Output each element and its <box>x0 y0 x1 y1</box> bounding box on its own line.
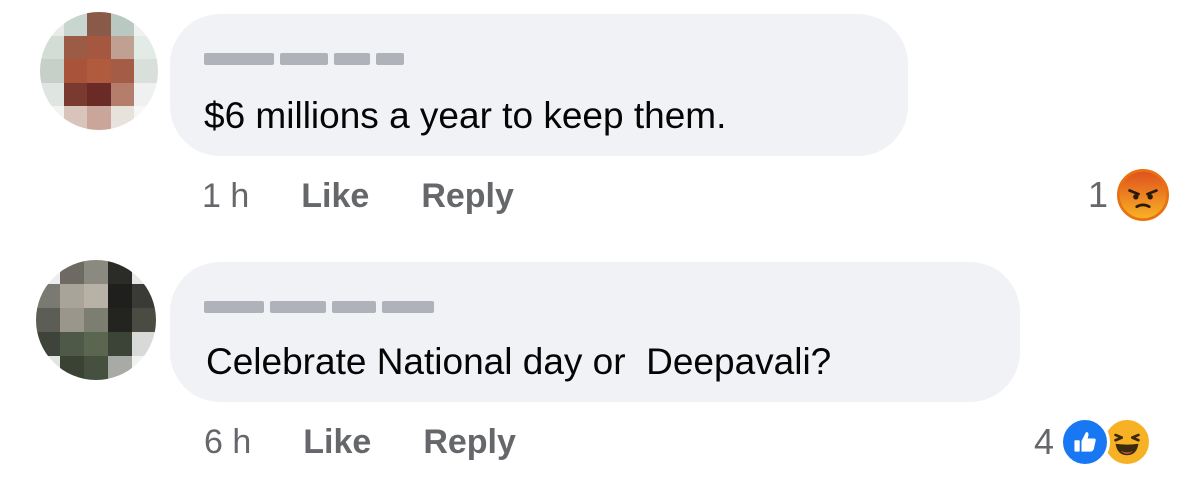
reaction-count: 1 <box>1088 174 1109 215</box>
comment-actions: 1 h Like Reply <box>202 174 566 218</box>
reaction-summary[interactable]: 1 <box>1088 166 1173 224</box>
comment-actions: 6 h Like Reply <box>204 420 568 464</box>
comment-timestamp[interactable]: 6 h <box>204 423 251 462</box>
commenter-name-redacted[interactable] <box>204 298 434 316</box>
avatar[interactable] <box>40 12 158 130</box>
like-button[interactable]: Like <box>303 423 371 462</box>
reaction-count: 4 <box>1034 421 1055 462</box>
like-reaction-icon <box>1060 417 1111 467</box>
comment-2: Celebrate National day or Deepavali? 6 h… <box>0 240 1200 477</box>
comment-timestamp[interactable]: 1 h <box>202 177 249 216</box>
comment-1: $6 millions a year to keep them. 1 h Lik… <box>0 0 1200 240</box>
angry-reaction-icon <box>1114 166 1173 224</box>
reply-button[interactable]: Reply <box>421 177 514 216</box>
like-button[interactable]: Like <box>301 177 369 216</box>
commenter-name-redacted[interactable] <box>204 50 404 68</box>
comment-bubble: $6 millions a year to keep them. <box>170 14 908 156</box>
comment-text: Celebrate National day or Deepavali? <box>206 341 832 382</box>
avatar[interactable] <box>36 260 156 380</box>
comment-text: $6 millions a year to keep them. <box>204 95 727 136</box>
reaction-summary[interactable]: 4 <box>1034 412 1153 472</box>
reply-button[interactable]: Reply <box>423 423 516 462</box>
comment-bubble: Celebrate National day or Deepavali? <box>170 262 1020 402</box>
